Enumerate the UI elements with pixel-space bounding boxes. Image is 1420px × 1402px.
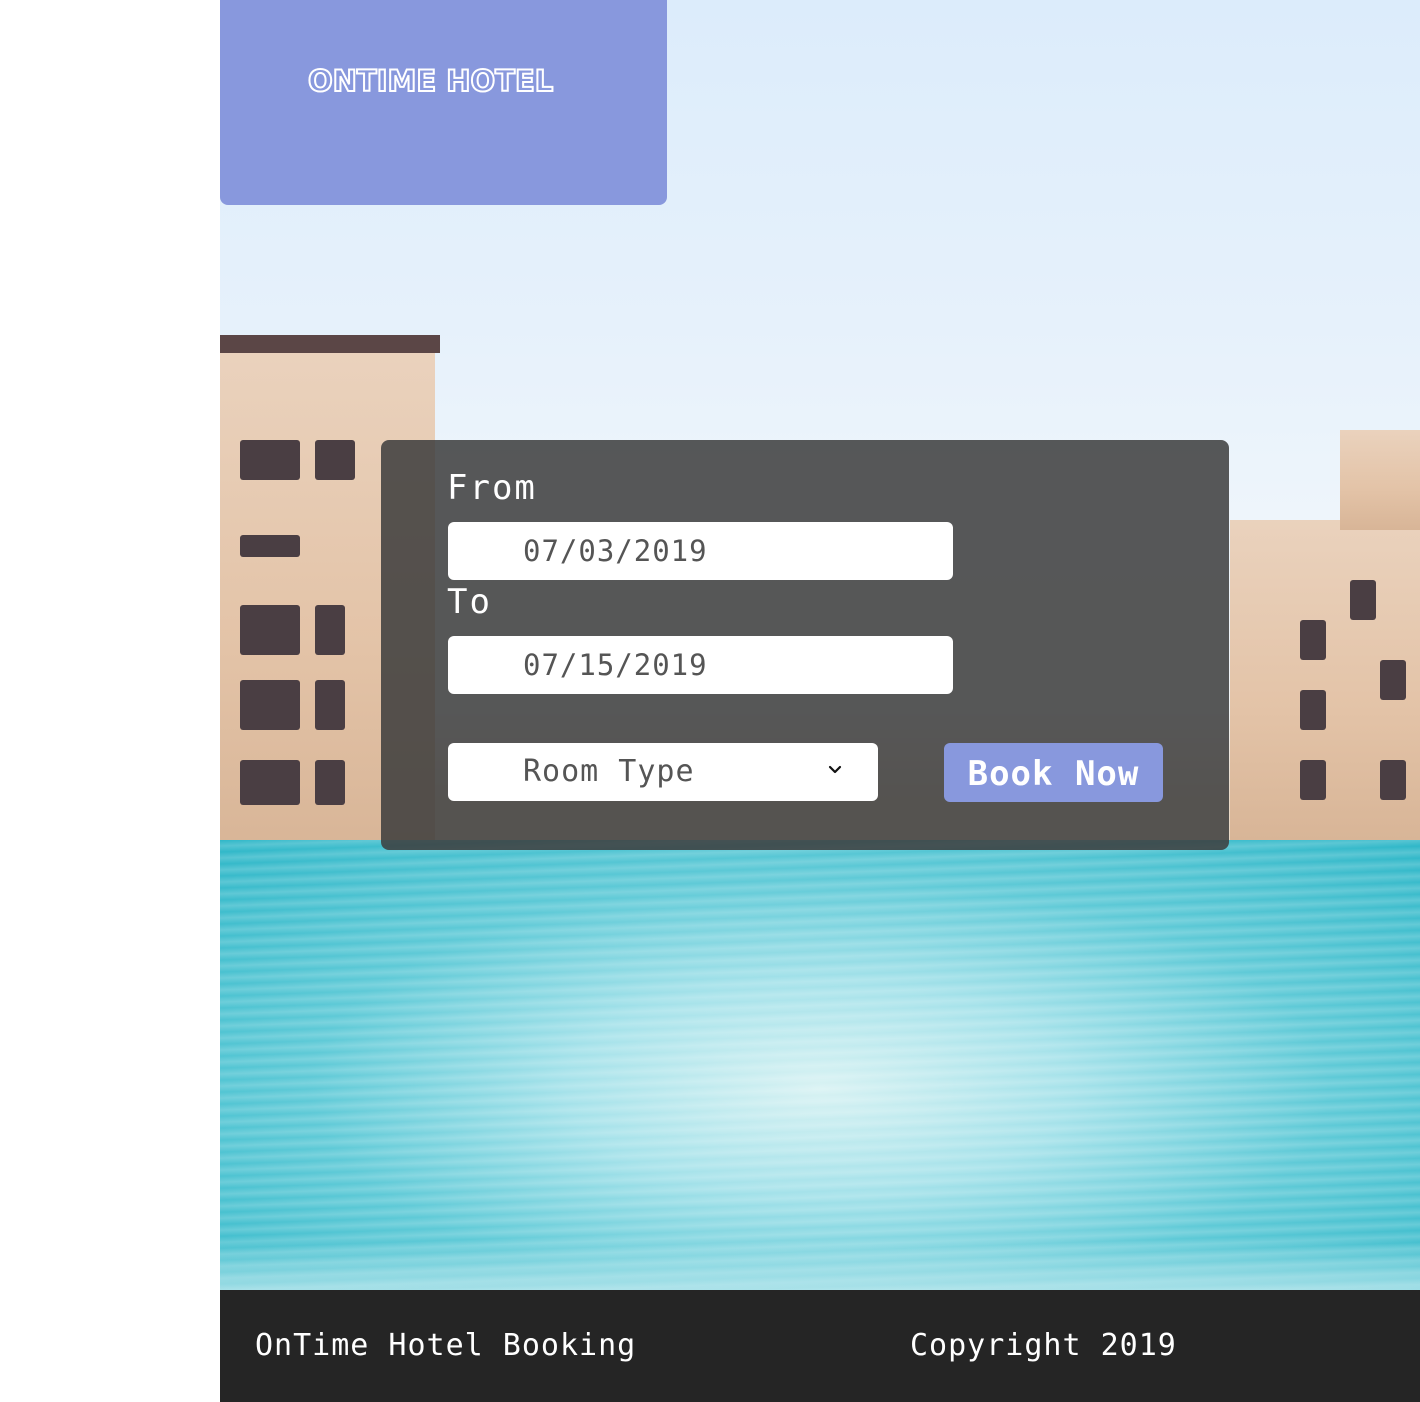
footer: OnTime Hotel Booking Copyright 2019 <box>220 1290 1420 1402</box>
building-window <box>1300 620 1326 660</box>
building-window <box>240 760 300 805</box>
logo-box[interactable]: ONTIME HOTEL <box>220 0 667 205</box>
building-window <box>315 680 345 730</box>
from-date-input[interactable]: 07/03/2019 <box>448 522 953 580</box>
building-window <box>1350 580 1376 620</box>
building-window <box>1380 760 1406 800</box>
building-window <box>240 605 300 655</box>
building-roof <box>220 335 440 353</box>
footer-copyright: Copyright 2019 <box>910 1328 1177 1363</box>
building-window <box>240 535 300 557</box>
from-label: From <box>447 468 537 508</box>
logo-text: ONTIME HOTEL <box>307 63 554 99</box>
room-type-select[interactable]: Room Type <box>448 743 878 801</box>
building-window <box>240 440 300 480</box>
hotel-tower-right <box>1340 430 1420 530</box>
booking-form-panel: From 07/03/2019 To 07/15/2019 Room Type … <box>381 440 1229 850</box>
building-window <box>1300 760 1326 800</box>
building-window <box>315 605 345 655</box>
room-type-selected-value: Room Type <box>523 754 695 789</box>
building-window <box>240 680 300 730</box>
page: ONTIME HOTEL From 07/03/2019 To 07/15/20… <box>0 0 1420 1402</box>
building-window <box>1300 690 1326 730</box>
building-window <box>1380 660 1406 700</box>
building-window <box>315 760 345 805</box>
to-label: To <box>447 582 492 622</box>
pool-water <box>220 840 1420 1290</box>
footer-site-name: OnTime Hotel Booking <box>255 1328 637 1363</box>
chevron-down-icon <box>828 765 842 774</box>
book-now-button[interactable]: Book Now <box>944 743 1163 802</box>
building-window <box>315 440 355 480</box>
pool-water-fade <box>220 1240 1420 1290</box>
to-date-input[interactable]: 07/15/2019 <box>448 636 953 694</box>
